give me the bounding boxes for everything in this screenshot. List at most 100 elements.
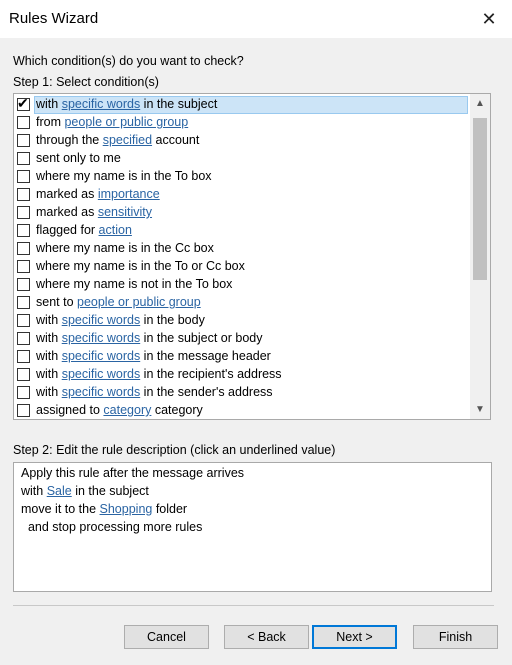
condition-text-part: assigned to xyxy=(36,403,104,417)
next-button[interactable]: Next > xyxy=(312,625,397,649)
condition-link[interactable]: specific words xyxy=(62,313,141,327)
description-text: move it to the xyxy=(21,502,100,516)
condition-row[interactable]: where my name is in the To or Cc box xyxy=(14,258,469,276)
condition-text-part: in the sender's address xyxy=(140,385,273,399)
condition-checkbox[interactable] xyxy=(17,404,30,417)
step2-label: Step 2: Edit the rule description (click… xyxy=(13,443,336,457)
description-link[interactable]: Sale xyxy=(47,484,72,498)
condition-row[interactable]: sent to people or public group xyxy=(14,294,469,312)
condition-link[interactable]: sensitivity xyxy=(98,205,152,219)
condition-row[interactable]: with specific words in the message heade… xyxy=(14,348,469,366)
condition-text: sent only to me xyxy=(36,150,121,167)
condition-text: with specific words in the recipient's a… xyxy=(36,366,282,383)
description-link[interactable]: Shopping xyxy=(100,502,153,516)
condition-text-part: with xyxy=(36,331,62,345)
separator xyxy=(13,605,494,606)
condition-checkbox[interactable] xyxy=(17,242,30,255)
condition-text-part: with xyxy=(36,97,62,111)
description-line: Apply this rule after the message arrive… xyxy=(21,466,244,480)
condition-checkbox[interactable] xyxy=(17,386,30,399)
scroll-thumb[interactable] xyxy=(473,118,487,280)
question-label: Which condition(s) do you want to check? xyxy=(13,54,244,68)
condition-checkbox[interactable] xyxy=(17,332,30,345)
cancel-button[interactable]: Cancel xyxy=(124,625,209,649)
condition-checkbox[interactable] xyxy=(17,296,30,309)
rule-description-box: Apply this rule after the message arrive… xyxy=(13,462,492,592)
condition-link[interactable]: specific words xyxy=(62,97,141,111)
condition-row[interactable]: where my name is in the Cc box xyxy=(14,240,469,258)
condition-row[interactable]: where my name is not in the To box xyxy=(14,276,469,294)
condition-text-part: account xyxy=(152,133,200,147)
scrollbar[interactable]: ▲ ▼ xyxy=(470,94,490,419)
condition-row[interactable]: with specific words in the sender's addr… xyxy=(14,384,469,402)
condition-row[interactable]: with specific words in the subject or bo… xyxy=(14,330,469,348)
condition-text-part: where my name is in the To or Cc box xyxy=(36,259,245,273)
condition-text: marked as importance xyxy=(36,186,160,203)
condition-link[interactable]: category xyxy=(103,403,151,417)
condition-link[interactable]: people or public group xyxy=(64,115,188,129)
condition-checkbox[interactable] xyxy=(17,260,30,273)
condition-text-part: with xyxy=(36,385,62,399)
condition-text: flagged for action xyxy=(36,222,132,239)
condition-link[interactable]: importance xyxy=(98,187,160,201)
condition-checkbox[interactable] xyxy=(17,188,30,201)
condition-text: sent to people or public group xyxy=(36,294,201,311)
condition-text-part: where my name is not in the To box xyxy=(36,277,233,291)
window-title: Rules Wizard xyxy=(9,10,99,27)
condition-link[interactable]: action xyxy=(99,223,132,237)
condition-checkbox[interactable] xyxy=(17,278,30,291)
condition-text: where my name is in the To or Cc box xyxy=(36,258,245,275)
description-text: in the subject xyxy=(71,484,149,498)
description-text: and stop processing more rules xyxy=(21,520,203,534)
condition-checkbox[interactable] xyxy=(17,206,30,219)
condition-text-part: category xyxy=(151,403,203,417)
condition-checkbox[interactable] xyxy=(17,350,30,363)
description-line: and stop processing more rules xyxy=(21,520,202,534)
condition-row[interactable]: marked as importance xyxy=(14,186,469,204)
condition-row[interactable]: flagged for action xyxy=(14,222,469,240)
condition-link[interactable]: specific words xyxy=(62,349,141,363)
condition-row[interactable]: ✔ with specific words in the subject xyxy=(14,95,469,114)
scroll-up-icon[interactable]: ▲ xyxy=(470,95,490,112)
condition-text-part: sent only to me xyxy=(36,151,121,165)
title-bar: Rules Wizard ✕ xyxy=(0,0,512,38)
condition-text-part: from xyxy=(36,115,65,129)
description-line: with Sale in the subject xyxy=(21,484,149,498)
condition-checkbox[interactable] xyxy=(17,314,30,327)
condition-text-part: in the subject or body xyxy=(140,331,263,345)
scroll-down-icon[interactable]: ▼ xyxy=(470,401,490,418)
condition-link[interactable]: specific words xyxy=(62,331,141,345)
description-text: Apply this rule after the message arrive… xyxy=(21,466,245,480)
condition-link[interactable]: specific words xyxy=(62,367,141,381)
condition-row[interactable]: with specific words in the recipient's a… xyxy=(14,366,469,384)
condition-checkbox[interactable] xyxy=(17,368,30,381)
condition-checkbox[interactable] xyxy=(17,152,30,165)
condition-row[interactable]: assigned to category category xyxy=(14,402,469,419)
condition-row[interactable]: through the specified account xyxy=(14,132,469,150)
condition-row[interactable]: with specific words in the body xyxy=(14,312,469,330)
condition-checkbox[interactable] xyxy=(17,134,30,147)
check-icon: ✔ xyxy=(17,95,29,111)
condition-text-part: with xyxy=(36,349,62,363)
condition-text: with specific words in the subject or bo… xyxy=(36,330,263,347)
finish-button[interactable]: Finish xyxy=(413,625,498,649)
condition-text: assigned to category category xyxy=(36,402,203,419)
condition-link[interactable]: specified xyxy=(103,133,152,147)
condition-row[interactable]: where my name is in the To box xyxy=(14,168,469,186)
condition-link[interactable]: specific words xyxy=(62,385,141,399)
close-icon[interactable]: ✕ xyxy=(472,4,506,34)
condition-row[interactable]: sent only to me xyxy=(14,150,469,168)
condition-row[interactable]: from people or public group xyxy=(14,114,469,132)
condition-link[interactable]: people or public group xyxy=(77,295,201,309)
condition-text: with specific words in the subject xyxy=(36,96,217,113)
conditions-list[interactable]: ✔ with specific words in the subject from … xyxy=(13,93,491,420)
condition-text-part: marked as xyxy=(36,205,98,219)
condition-checkbox[interactable]: ✔ xyxy=(17,95,30,111)
condition-checkbox[interactable] xyxy=(17,224,30,237)
condition-row[interactable]: marked as sensitivity xyxy=(14,204,469,222)
description-text: with xyxy=(21,484,47,498)
back-button[interactable]: < Back xyxy=(224,625,309,649)
condition-checkbox[interactable] xyxy=(17,116,30,129)
condition-text: with specific words in the sender's addr… xyxy=(36,384,273,401)
condition-checkbox[interactable] xyxy=(17,170,30,183)
